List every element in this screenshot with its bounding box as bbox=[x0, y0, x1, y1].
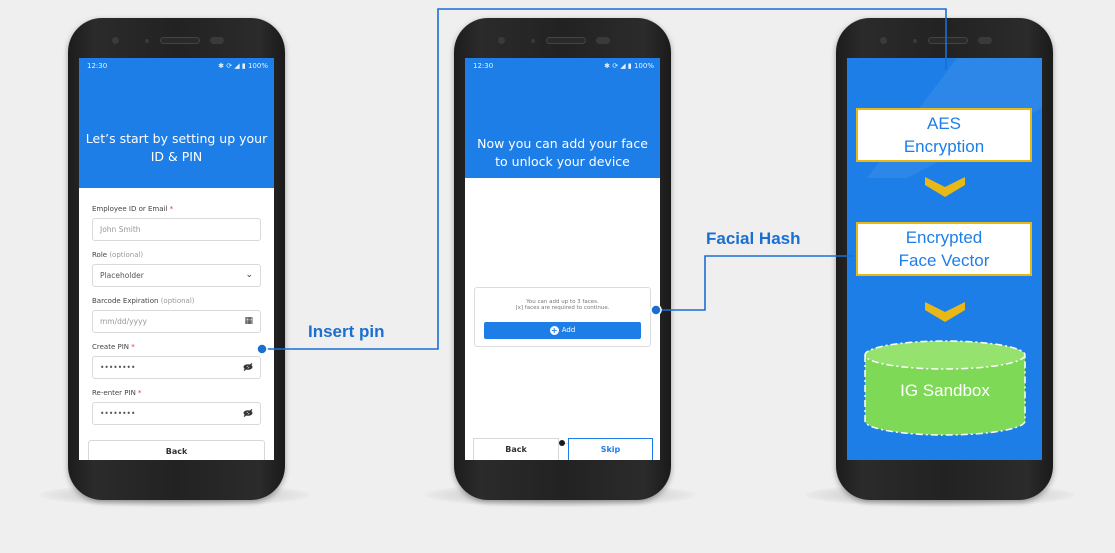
insert-pin-callout: Insert pin bbox=[308, 322, 385, 341]
facial-hash-callout: Facial Hash bbox=[706, 229, 801, 248]
connector-lines bbox=[256, 8, 947, 355]
diagram-scene: 12:30 ✱ ⟳ ◢ ▮ 100% Let’s start by settin… bbox=[0, 0, 1115, 553]
